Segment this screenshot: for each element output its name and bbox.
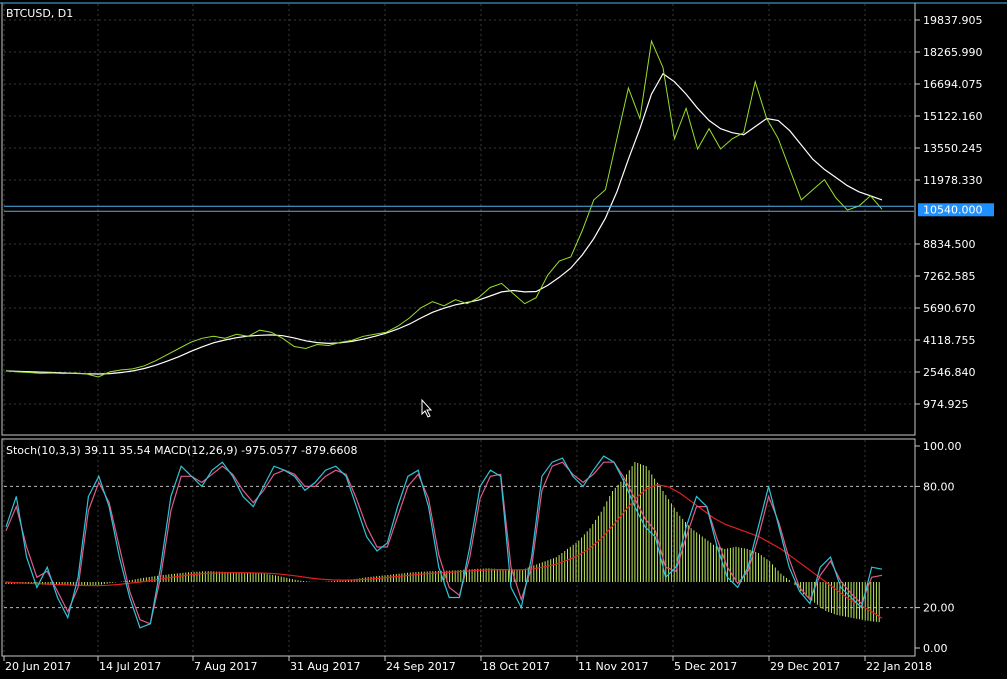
y-tick-label: 16694.075 (923, 78, 983, 91)
y-tick-label: 4118.755 (923, 334, 976, 347)
x-tick-label: 14 Jul 2017 (99, 660, 161, 673)
y-tick-label: 2546.840 (923, 366, 976, 379)
main-chart-title: BTCUSD, D1 (6, 7, 73, 20)
y-tick-label: 8834.500 (923, 238, 976, 251)
indicator-tick-label: 0.00 (923, 642, 948, 655)
x-tick-label: 29 Dec 2017 (770, 660, 840, 673)
y-tick-label: 7262.585 (923, 270, 976, 283)
indicator-tick-label: 100.00 (923, 440, 962, 453)
y-tick-label: 5690.670 (923, 302, 976, 315)
x-tick-label: 11 Nov 2017 (578, 660, 648, 673)
indicator-tick-label: 80.00 (923, 480, 955, 493)
indicator-tick-label: 20.00 (923, 602, 955, 615)
x-tick-label: 18 Oct 2017 (482, 660, 550, 673)
chart-canvas[interactable]: 19837.905 18265.990 16694.075 15122.160 1355… (0, 0, 1007, 675)
x-tick-label: 31 Aug 2017 (290, 660, 360, 673)
y-tick-label: 11978.330 (923, 174, 983, 187)
y-tick-label: 15122.160 (923, 110, 983, 123)
x-tick-label: 24 Sep 2017 (386, 660, 456, 673)
y-tick-label: 974.925 (923, 398, 969, 411)
indicator-title: Stoch(10,3,3) 39.11 35.54 MACD(12,26,9) … (6, 444, 358, 457)
y-tick-label: 13550.245 (923, 142, 983, 155)
current-price-label: 10540.000 (923, 203, 983, 216)
y-tick-label: 19837.905 (923, 14, 983, 27)
y-tick-label: 18265.990 (923, 46, 983, 59)
x-tick-label: 22 Jan 2018 (866, 660, 932, 673)
chart-window: 19837.905 18265.990 16694.075 15122.160 1355… (0, 0, 1007, 675)
x-tick-label: 5 Dec 2017 (674, 660, 737, 673)
x-tick-label: 20 Jun 2017 (5, 660, 71, 673)
x-tick-label: 7 Aug 2017 (194, 660, 257, 673)
